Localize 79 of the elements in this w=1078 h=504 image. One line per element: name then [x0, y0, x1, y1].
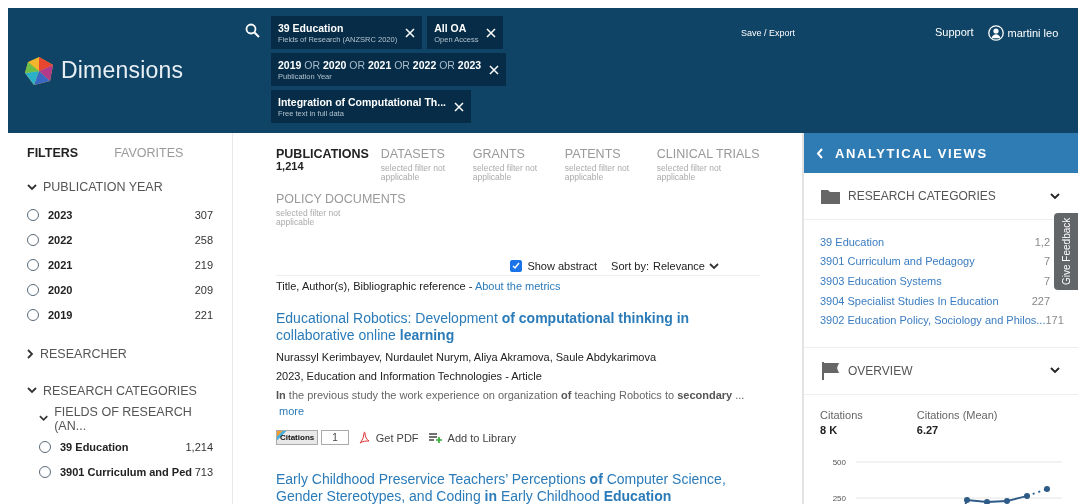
chevron-down-icon[interactable]	[39, 415, 49, 423]
metric-label: Citations	[820, 408, 863, 421]
category-link[interactable]: 3903 Education Systems	[820, 275, 942, 287]
category-count: 171	[1045, 314, 1064, 327]
more-link[interactable]: more	[279, 405, 305, 417]
search-icon[interactable]	[245, 23, 260, 38]
get-pdf-link[interactable]: Get PDF	[375, 431, 419, 444]
abstract-text: In the previous study the work experience on organization of teaching Robotics to secondary ...	[276, 389, 746, 401]
content-tab[interactable]: PUBLICATIONS 1,214	[276, 147, 369, 182]
result-count: 209	[194, 283, 213, 296]
filter-option[interactable]: 2023	[48, 209, 73, 222]
filter-option[interactable]: 2020	[48, 283, 73, 296]
result-count: 219	[194, 259, 213, 271]
category-count: 7	[1043, 275, 1050, 287]
filter-option[interactable]: 2019	[48, 308, 73, 321]
close-icon[interactable]	[489, 64, 500, 75]
panel-title: ANALYTICAL VIEWS	[835, 145, 988, 161]
filter-option[interactable]: 3901 Curriculum and Ped	[60, 466, 193, 479]
category-link[interactable]: 3901 Curriculum and Pedagogy	[820, 255, 975, 268]
chevron-down-icon[interactable]	[709, 262, 719, 270]
metric-value: 6.27	[916, 423, 940, 436]
logo-icon[interactable]	[22, 54, 56, 87]
chevron-down-icon[interactable]	[1050, 367, 1060, 375]
pdf-icon[interactable]	[358, 431, 370, 444]
filter-option[interactable]: 2021	[48, 259, 73, 271]
add-to-list-icon[interactable]	[428, 432, 442, 443]
legend-text: Title, Author(s), Bibliographic reference - About the metrics	[276, 280, 562, 292]
chevron-right-icon[interactable]	[27, 349, 34, 359]
category-link[interactable]: 39 Education	[820, 235, 885, 248]
section-title: RESEARCH CATEGORIES	[848, 189, 997, 203]
user-icon[interactable]	[987, 25, 1004, 41]
close-icon[interactable]	[405, 27, 416, 38]
authors-text: Nurassyl Kerimbayev, Nurdaulet Nurym, Aliya Akramova, Saule Abdykarimova	[276, 351, 658, 363]
citations-badge[interactable]: Citations	[276, 430, 319, 445]
category-link[interactable]: 3904 Specialist Studies In Education	[820, 294, 999, 307]
citation-count: 1	[321, 430, 349, 445]
result-title-link[interactable]: Educational Robotics: Development of computational thinking in collaborative online learning	[276, 310, 760, 344]
section-title: OVERVIEW	[848, 363, 914, 378]
reference-text: 2023, Education and Information Technologies - Article	[276, 370, 543, 382]
add-to-library-link[interactable]: Add to Library	[447, 431, 517, 444]
result-title-link[interactable]: Early Childhood Preservice Teachers’ Perceptions of Computer Science, Gender Stereotypes, and Coding in Early Childhood Education	[276, 471, 760, 504]
result-count: 1,214	[185, 441, 213, 454]
checkbox[interactable]	[510, 260, 523, 272]
flag-icon	[821, 361, 840, 380]
chevron-down-icon[interactable]	[27, 183, 37, 191]
chevron-down-icon[interactable]	[27, 387, 37, 395]
close-icon[interactable]	[454, 101, 464, 112]
filter-section-title[interactable]: FIELDS OF RESEARCH (AN...	[54, 405, 213, 433]
metrics-link[interactable]: About the metrics	[474, 280, 561, 292]
folder-icon	[821, 188, 840, 204]
filter-section-title[interactable]: PUBLICATION YEAR	[43, 180, 163, 194]
axis-tick-label: 250	[832, 493, 846, 503]
result-count: 258	[194, 234, 213, 247]
category-count: 227	[1031, 294, 1050, 307]
logo-text: Dimensions	[61, 57, 184, 84]
save-export-link[interactable]: Save / Export	[741, 28, 796, 133]
result-count: 221	[194, 308, 213, 321]
metric-value: 8 K	[820, 423, 839, 436]
filter-section-title[interactable]: RESEARCHER	[40, 347, 127, 361]
filter-option[interactable]: 39 Education	[60, 441, 129, 454]
feedback-tab[interactable]: Give Feedback	[1054, 213, 1078, 290]
result-count: 307	[194, 209, 213, 222]
category-count: 1,2	[1034, 235, 1050, 248]
chevron-down-icon[interactable]	[1050, 192, 1060, 200]
sort-dropdown[interactable]: Relevance	[653, 260, 705, 272]
close-icon[interactable]	[486, 27, 497, 38]
category-link[interactable]: 3902 Education Policy, Sociology and Philos...	[820, 314, 1046, 327]
back-icon[interactable]	[816, 147, 823, 159]
sort-label: Sort by:	[611, 260, 649, 272]
axis-tick-label: 500	[832, 457, 846, 467]
result-count: 713	[194, 466, 213, 479]
filter-section-title[interactable]: RESEARCH CATEGORIES	[43, 384, 197, 398]
support-link[interactable]: Support	[935, 26, 974, 133]
checkbox-label[interactable]: Show abstract	[527, 260, 598, 272]
user-name[interactable]: martini leo	[1007, 27, 1059, 39]
panel-tab[interactable]: FILTERS	[27, 146, 79, 160]
filter-option[interactable]: 2022	[48, 234, 73, 247]
category-count: 7	[1043, 255, 1050, 268]
metric-label: Citations (Mean)	[916, 408, 998, 421]
